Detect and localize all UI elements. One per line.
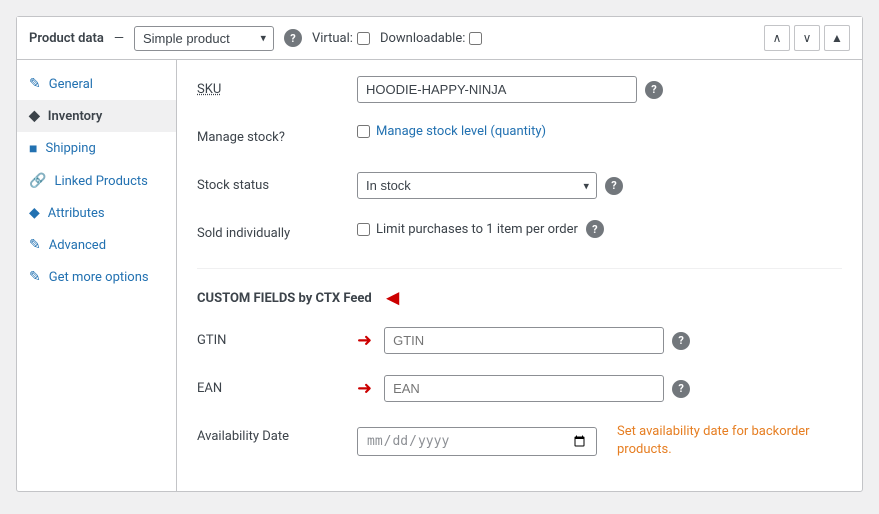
arrow-red-title: ◄ [382, 285, 404, 311]
sidebar-item-inventory-label: Inventory [48, 109, 103, 124]
manage-stock-checkbox-label[interactable]: Manage stock level (quantity) [357, 124, 546, 139]
stock-status-help-icon[interactable]: ? [605, 177, 623, 195]
panel-title: Product data [29, 31, 104, 46]
gtin-help-icon[interactable]: ? [672, 332, 690, 350]
sidebar-item-linked-products[interactable]: 🔗 Linked Products [17, 165, 176, 197]
stock-status-label: Stock status [197, 172, 357, 193]
sidebar-item-attributes-label: Attributes [48, 206, 105, 221]
gtin-label: GTIN [197, 327, 357, 348]
virtual-checkbox[interactable] [357, 32, 370, 45]
advanced-icon: ✎ [29, 237, 41, 253]
panel-body: ✎ General ◆ Inventory ■ Shipping 🔗 Linke… [17, 60, 862, 491]
header-controls: ∧ ∨ ▲ [764, 25, 850, 51]
get-more-icon: ✎ [29, 269, 41, 285]
stock-status-controls: In stock Out of stock On backorder ? [357, 172, 842, 199]
sidebar-item-advanced[interactable]: ✎ Advanced [17, 229, 176, 261]
linked-products-icon: 🔗 [29, 173, 46, 189]
sidebar-item-get-more-options[interactable]: ✎ Get more options [17, 261, 176, 293]
sidebar-item-general[interactable]: ✎ General [17, 68, 176, 100]
scroll-down-button[interactable]: ∨ [794, 25, 820, 51]
downloadable-checkbox[interactable] [469, 32, 482, 45]
sold-individually-help-icon[interactable]: ? [586, 220, 604, 238]
sold-individually-label: Sold individually [197, 220, 357, 241]
product-type-help-icon[interactable]: ? [284, 29, 302, 47]
custom-fields-title-text: CUSTOM FIELDS by CTX Feed [197, 291, 372, 306]
panel-header: Product data — Simple product ? Virtual:… [17, 17, 862, 60]
manage-stock-checkbox[interactable] [357, 125, 370, 138]
ean-controls: ➜ ? [357, 375, 842, 402]
ean-help-icon[interactable]: ? [672, 380, 690, 398]
virtual-checkbox-label[interactable]: Virtual: [312, 31, 370, 46]
sidebar-item-attributes[interactable]: ◆ Attributes [17, 197, 176, 229]
gtin-arrow-icon: ➜ [357, 330, 372, 351]
sold-individually-checkbox-label[interactable]: Limit purchases to 1 item per order [357, 222, 578, 237]
sidebar-item-general-label: General [49, 77, 93, 92]
sold-individually-row: Sold individually Limit purchases to 1 i… [197, 220, 842, 252]
virtual-label: Virtual: [312, 31, 353, 46]
custom-fields-title: CUSTOM FIELDS by CTX Feed ◄ [197, 285, 842, 311]
inventory-icon: ◆ [29, 108, 40, 124]
general-icon: ✎ [29, 76, 41, 92]
sidebar-item-inventory[interactable]: ◆ Inventory [17, 100, 176, 132]
manage-stock-check-text: Manage stock level (quantity) [376, 124, 546, 139]
sidebar-item-get-more-label: Get more options [49, 270, 149, 285]
sold-individually-checkbox[interactable] [357, 223, 370, 236]
manage-stock-controls: Manage stock level (quantity) [357, 124, 842, 139]
stock-status-select-wrapper[interactable]: In stock Out of stock On backorder [357, 172, 597, 199]
ean-row: EAN ➜ ? [197, 375, 842, 407]
inventory-content: SKU ? Manage stock? Manage stock level (… [177, 60, 862, 491]
attributes-icon: ◆ [29, 205, 40, 221]
product-type-select[interactable]: Simple product [134, 26, 274, 51]
sku-row: SKU ? [197, 76, 842, 108]
sidebar: ✎ General ◆ Inventory ■ Shipping 🔗 Linke… [17, 60, 177, 491]
availability-date-row: Availability Date Set availability date … [197, 423, 842, 459]
sku-controls: ? [357, 76, 842, 103]
gtin-controls: ➜ ? [357, 327, 842, 354]
ean-arrow-icon: ➜ [357, 378, 372, 399]
sold-individually-controls: Limit purchases to 1 item per order ? [357, 220, 842, 238]
sku-input[interactable] [357, 76, 637, 103]
ean-input[interactable] [384, 375, 664, 402]
product-type-wrapper[interactable]: Simple product [134, 26, 274, 51]
sold-individually-check-text: Limit purchases to 1 item per order [376, 222, 578, 237]
gtin-row: GTIN ➜ ? [197, 327, 842, 359]
collapse-button[interactable]: ▲ [824, 25, 850, 51]
sku-help-icon[interactable]: ? [645, 81, 663, 99]
sku-label: SKU [197, 76, 357, 97]
shipping-icon: ■ [29, 140, 37, 157]
availability-date-input[interactable] [357, 427, 597, 456]
sidebar-item-shipping[interactable]: ■ Shipping [17, 132, 176, 165]
sidebar-item-advanced-label: Advanced [49, 238, 106, 253]
manage-stock-row: Manage stock? Manage stock level (quanti… [197, 124, 842, 156]
manage-stock-label: Manage stock? [197, 124, 357, 145]
downloadable-label: Downloadable: [380, 31, 465, 46]
ean-label: EAN [197, 375, 357, 396]
stock-status-row: Stock status In stock Out of stock On ba… [197, 172, 842, 204]
availability-date-label: Availability Date [197, 423, 357, 444]
scroll-up-button[interactable]: ∧ [764, 25, 790, 51]
availability-date-description: Set availability date for backorder prod… [617, 423, 817, 459]
sidebar-item-linked-products-label: Linked Products [54, 174, 147, 189]
downloadable-checkbox-label[interactable]: Downloadable: [380, 31, 482, 46]
availability-date-controls: Set availability date for backorder prod… [357, 423, 842, 459]
stock-status-select[interactable]: In stock Out of stock On backorder [357, 172, 597, 199]
gtin-input[interactable] [384, 327, 664, 354]
divider [197, 268, 842, 269]
sidebar-item-shipping-label: Shipping [45, 141, 95, 156]
